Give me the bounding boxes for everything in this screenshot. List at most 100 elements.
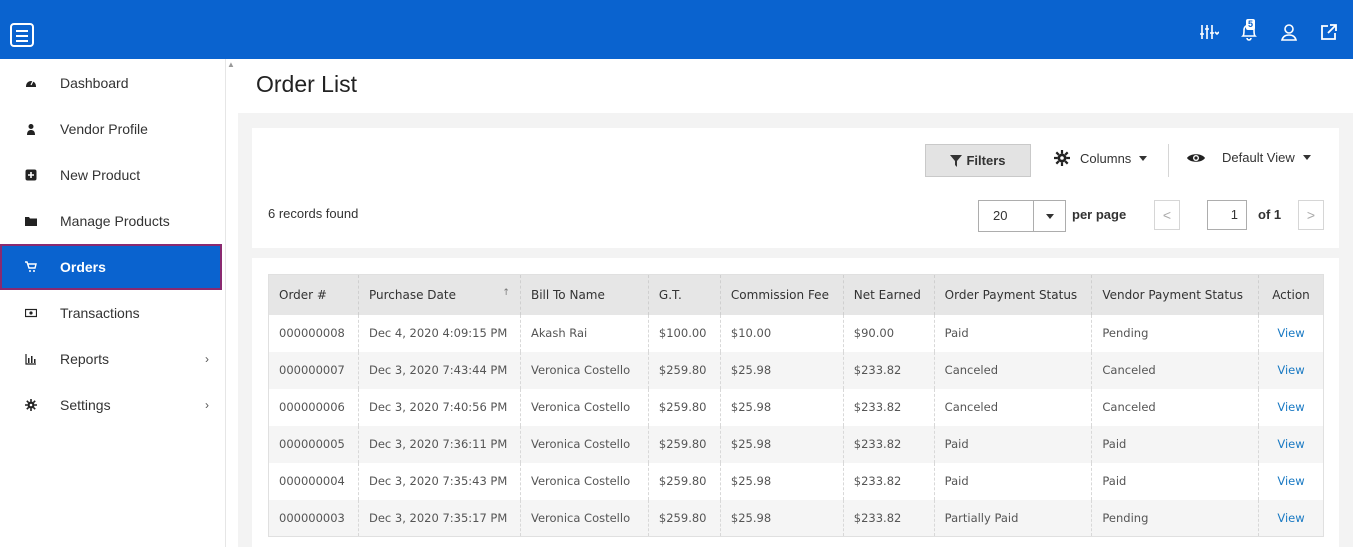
sidebar-item-label: Reports	[60, 351, 110, 367]
cell-bill-to-name: Veronica Costello	[520, 425, 649, 463]
cell-order-payment-status: Paid	[934, 425, 1093, 463]
cell-grand-total: $259.80	[648, 462, 721, 500]
cell-purchase-date: Dec 3, 2020 7:35:17 PM	[358, 499, 521, 537]
bar-chart-icon	[24, 352, 38, 366]
column-header-vendor-payment-status[interactable]: Vendor Payment Status	[1091, 274, 1259, 315]
cell-order-payment-status: Paid	[934, 314, 1093, 352]
columns-label: Columns	[1080, 150, 1132, 166]
chevron-down-icon	[1139, 155, 1148, 161]
external-link-icon[interactable]	[1319, 22, 1339, 42]
sidebar-item-transactions[interactable]: Transactions	[0, 290, 222, 336]
cell-action: View	[1258, 425, 1324, 463]
orders-table: Order # Purchase Date ↑ Bill To Name G.T.…	[268, 274, 1324, 537]
dashboard-icon	[24, 76, 38, 90]
cell-order-number: 000000007	[268, 351, 359, 389]
sidebar-item-vendor-profile[interactable]: Vendor Profile	[0, 106, 222, 152]
sidebar-item-dashboard[interactable]: Dashboard	[0, 60, 222, 106]
column-header-commission-fee[interactable]: Commission Fee	[720, 274, 844, 315]
cell-vendor-payment-status: Paid	[1091, 462, 1259, 500]
table-header-row: Order # Purchase Date ↑ Bill To Name G.T.…	[268, 274, 1324, 315]
filter-icon	[950, 154, 963, 167]
cell-action: View	[1258, 314, 1324, 352]
view-order-link[interactable]: View	[1277, 474, 1304, 488]
sidebar-item-orders[interactable]: Orders	[0, 244, 222, 290]
sidebar-item-label: New Product	[60, 167, 141, 183]
menu-icon[interactable]	[10, 23, 34, 47]
cell-bill-to-name: Akash Rai	[520, 314, 649, 352]
cell-order-number: 000000006	[268, 388, 359, 426]
cell-grand-total: $259.80	[648, 388, 721, 426]
scroll-up-arrow-icon[interactable]: ▲	[226, 60, 236, 70]
table-row: 000000008 Dec 4, 2020 4:09:15 PM Akash R…	[268, 314, 1324, 352]
column-label: Purchase Date	[368, 287, 456, 302]
previous-page-button[interactable]: <	[1154, 200, 1180, 230]
sidebar-item-manage-products[interactable]: Manage Products	[0, 198, 222, 244]
cell-grand-total: $259.80	[648, 351, 721, 389]
cell-grand-total: $259.80	[648, 425, 721, 463]
cell-vendor-payment-status: Pending	[1091, 499, 1259, 537]
per-page-label: per page	[1072, 207, 1127, 222]
chevron-down-icon	[1302, 155, 1311, 160]
per-page-select[interactable]: 20	[978, 200, 1066, 232]
user-icon[interactable]	[1279, 22, 1299, 42]
next-page-button[interactable]: >	[1298, 200, 1324, 230]
cell-net-earned: $233.82	[843, 462, 935, 500]
sidebar-item-label: Vendor Profile	[60, 121, 148, 137]
page-title: Order List	[256, 71, 357, 97]
columns-dropdown[interactable]: Columns	[1054, 150, 1148, 166]
view-order-link[interactable]: View	[1277, 400, 1304, 414]
cell-order-number: 000000008	[268, 314, 359, 352]
toolbar-divider	[1168, 144, 1169, 177]
column-header-net-earned[interactable]: Net Earned	[843, 274, 935, 315]
cell-net-earned: $233.82	[843, 425, 935, 463]
sidebar-item-new-product[interactable]: New Product	[0, 152, 222, 198]
page-number-input[interactable]: 1	[1207, 200, 1247, 230]
cell-purchase-date: Dec 3, 2020 7:35:43 PM	[358, 462, 521, 500]
table-row: 000000005 Dec 3, 2020 7:36:11 PM Veronic…	[268, 425, 1324, 463]
cell-bill-to-name: Veronica Costello	[520, 388, 649, 426]
table-row: 000000006 Dec 3, 2020 7:40:56 PM Veronic…	[268, 388, 1324, 426]
sidebar-item-label: Transactions	[60, 305, 140, 321]
cell-action: View	[1258, 499, 1324, 537]
cell-order-payment-status: Paid	[934, 462, 1093, 500]
column-header-order-payment-status[interactable]: Order Payment Status	[934, 274, 1093, 315]
filters-button[interactable]: Filters	[925, 144, 1031, 177]
gear-icon	[24, 398, 38, 412]
cell-order-payment-status: Partially Paid	[934, 499, 1093, 537]
cell-action: View	[1258, 351, 1324, 389]
cell-order-number: 000000005	[268, 425, 359, 463]
sidebar-item-label: Orders	[60, 259, 106, 275]
cell-bill-to-name: Veronica Costello	[520, 351, 649, 389]
cell-net-earned: $233.82	[843, 499, 935, 537]
cell-vendor-payment-status: Canceled	[1091, 388, 1259, 426]
cell-purchase-date: Dec 4, 2020 4:09:15 PM	[358, 314, 521, 352]
view-order-link[interactable]: View	[1277, 363, 1304, 377]
cell-commission-fee: $25.98	[720, 425, 844, 463]
view-order-link[interactable]: View	[1277, 326, 1304, 340]
column-header-grand-total[interactable]: G.T.	[648, 274, 721, 315]
per-page-toggle[interactable]	[1033, 201, 1065, 231]
view-order-link[interactable]: View	[1277, 511, 1304, 525]
cell-net-earned: $90.00	[843, 314, 935, 352]
column-header-bill-to-name[interactable]: Bill To Name	[520, 274, 649, 315]
table-row: 000000007 Dec 3, 2020 7:43:44 PM Veronic…	[268, 351, 1324, 389]
sliders-icon[interactable]	[1199, 22, 1219, 42]
cell-purchase-date: Dec 3, 2020 7:43:44 PM	[358, 351, 521, 389]
sidebar-item-settings[interactable]: Settings ›	[0, 382, 222, 428]
folder-icon	[24, 214, 38, 228]
column-header-purchase-date[interactable]: Purchase Date ↑	[358, 274, 521, 315]
default-view-dropdown[interactable]: Default View	[1186, 150, 1311, 165]
default-view-label: Default View	[1222, 150, 1295, 165]
cell-order-payment-status: Canceled	[934, 388, 1093, 426]
column-header-order-number[interactable]: Order #	[268, 274, 359, 315]
sidebar-item-reports[interactable]: Reports ›	[0, 336, 222, 382]
notification-bell-icon[interactable]: 5	[1239, 19, 1259, 42]
toolbar-panel	[252, 128, 1339, 248]
view-order-link[interactable]: View	[1277, 437, 1304, 451]
cell-action: View	[1258, 462, 1324, 500]
cell-grand-total: $100.00	[648, 314, 721, 352]
cell-commission-fee: $25.98	[720, 388, 844, 426]
cell-order-number: 000000004	[268, 462, 359, 500]
sidebar-item-label: Manage Products	[60, 213, 170, 229]
cell-commission-fee: $25.98	[720, 462, 844, 500]
